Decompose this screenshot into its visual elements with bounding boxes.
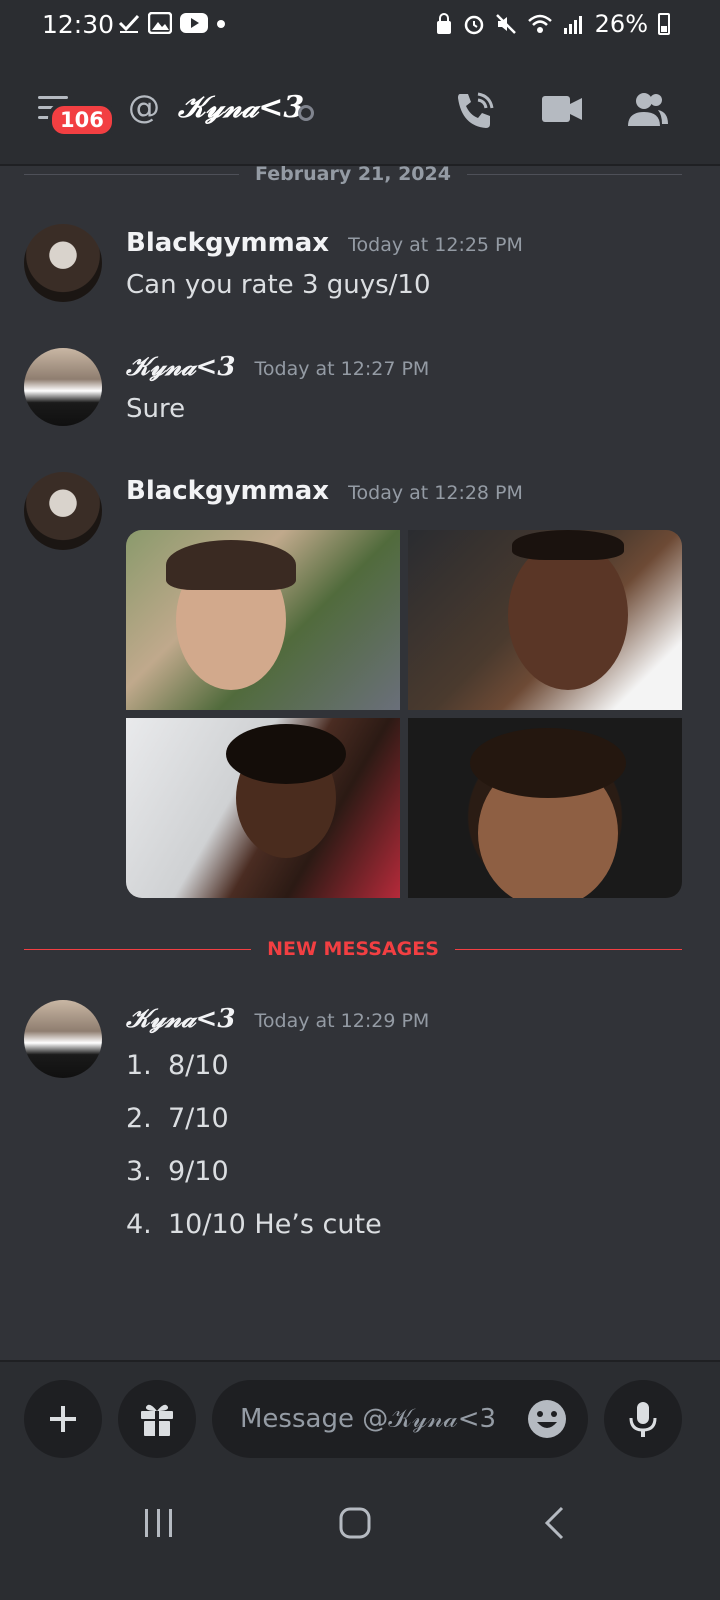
alarm-icon — [464, 15, 483, 35]
status-time: 12:30 — [42, 10, 115, 39]
channel-header: 106 @ 𝒦𝓎𝓃𝒶<3 — [0, 56, 720, 166]
gift-icon — [141, 1404, 173, 1436]
date-divider-label: February 21, 2024 — [255, 163, 451, 185]
battery-icon — [658, 13, 670, 35]
recent-apps-icon[interactable] — [142, 1506, 176, 1540]
status-bar: 12:30 26% — [0, 0, 720, 56]
list-item: 1. 8/10 — [126, 1050, 229, 1081]
emoji-icon[interactable] — [526, 1398, 568, 1440]
wifi-icon — [527, 14, 552, 33]
avatar[interactable] — [24, 224, 102, 302]
at-icon: @ — [128, 88, 160, 126]
list-item: 3. 9/10 — [126, 1156, 229, 1187]
new-messages-divider: NEW MESSAGES — [24, 934, 683, 964]
message-timestamp: Today at 12:25 PM — [348, 234, 523, 256]
message-timestamp: Today at 12:28 PM — [348, 482, 523, 504]
members-icon[interactable] — [626, 88, 670, 132]
voice-call-icon[interactable] — [452, 88, 496, 132]
microphone-icon — [629, 1402, 657, 1437]
message-composer — [0, 1360, 720, 1472]
list-item: 2. 7/10 — [126, 1103, 229, 1134]
checkmark-icon — [118, 14, 140, 33]
message-text: Sure — [126, 394, 186, 424]
message-author[interactable]: 𝒦𝓎𝓃𝒶<3 — [126, 352, 235, 382]
video-call-icon[interactable] — [540, 88, 584, 132]
attachment-image[interactable] — [408, 718, 682, 898]
avatar[interactable] — [24, 472, 102, 550]
plus-icon — [50, 1406, 76, 1432]
mute-icon — [495, 14, 516, 34]
message-text: Can you rate 3 guys/10 — [126, 270, 431, 300]
gift-button[interactable] — [118, 1380, 196, 1458]
image-attachments — [126, 530, 682, 898]
offline-status-icon — [298, 105, 314, 121]
rating-list: 1. 8/10 2. 7/10 3. 9/10 4. 10/10 He’s cu… — [126, 1050, 382, 1262]
date-divider: February 21, 2024 — [24, 160, 682, 188]
unread-badge: 106 — [48, 102, 116, 138]
voice-message-button[interactable] — [604, 1380, 682, 1458]
avatar[interactable] — [24, 348, 102, 426]
message-author[interactable]: 𝒦𝓎𝓃𝒶<3 — [126, 1004, 235, 1034]
message-author[interactable]: Blackgymmax — [126, 476, 329, 506]
new-messages-label: NEW MESSAGES — [267, 938, 439, 960]
add-attachment-button[interactable] — [24, 1380, 102, 1458]
message-timestamp: Today at 12:27 PM — [254, 358, 430, 380]
gallery-icon — [148, 12, 172, 34]
attachment-image[interactable] — [408, 530, 682, 710]
message-input[interactable] — [238, 1403, 512, 1435]
message-author[interactable]: Blackgymmax — [126, 228, 329, 258]
list-item: 4. 10/10 He’s cute — [126, 1209, 382, 1240]
dot-icon — [217, 20, 225, 28]
battery-percent: 26% — [594, 10, 648, 38]
attachment-image[interactable] — [126, 718, 400, 898]
message-timestamp: Today at 12:29 PM — [254, 1010, 430, 1032]
back-icon[interactable] — [542, 1506, 566, 1540]
signal-icon — [563, 16, 582, 34]
system-navigation-bar — [0, 1470, 720, 1600]
dm-name[interactable]: 𝒦𝓎𝓃𝒶<3 — [178, 90, 304, 125]
notification-icons — [118, 12, 226, 34]
home-icon[interactable] — [338, 1506, 372, 1540]
system-status: 26% — [435, 10, 670, 38]
youtube-icon — [180, 13, 208, 33]
attachment-image[interactable] — [126, 530, 400, 710]
message-input-container — [212, 1380, 588, 1458]
avatar[interactable] — [24, 1000, 102, 1078]
lock-icon — [436, 13, 451, 34]
